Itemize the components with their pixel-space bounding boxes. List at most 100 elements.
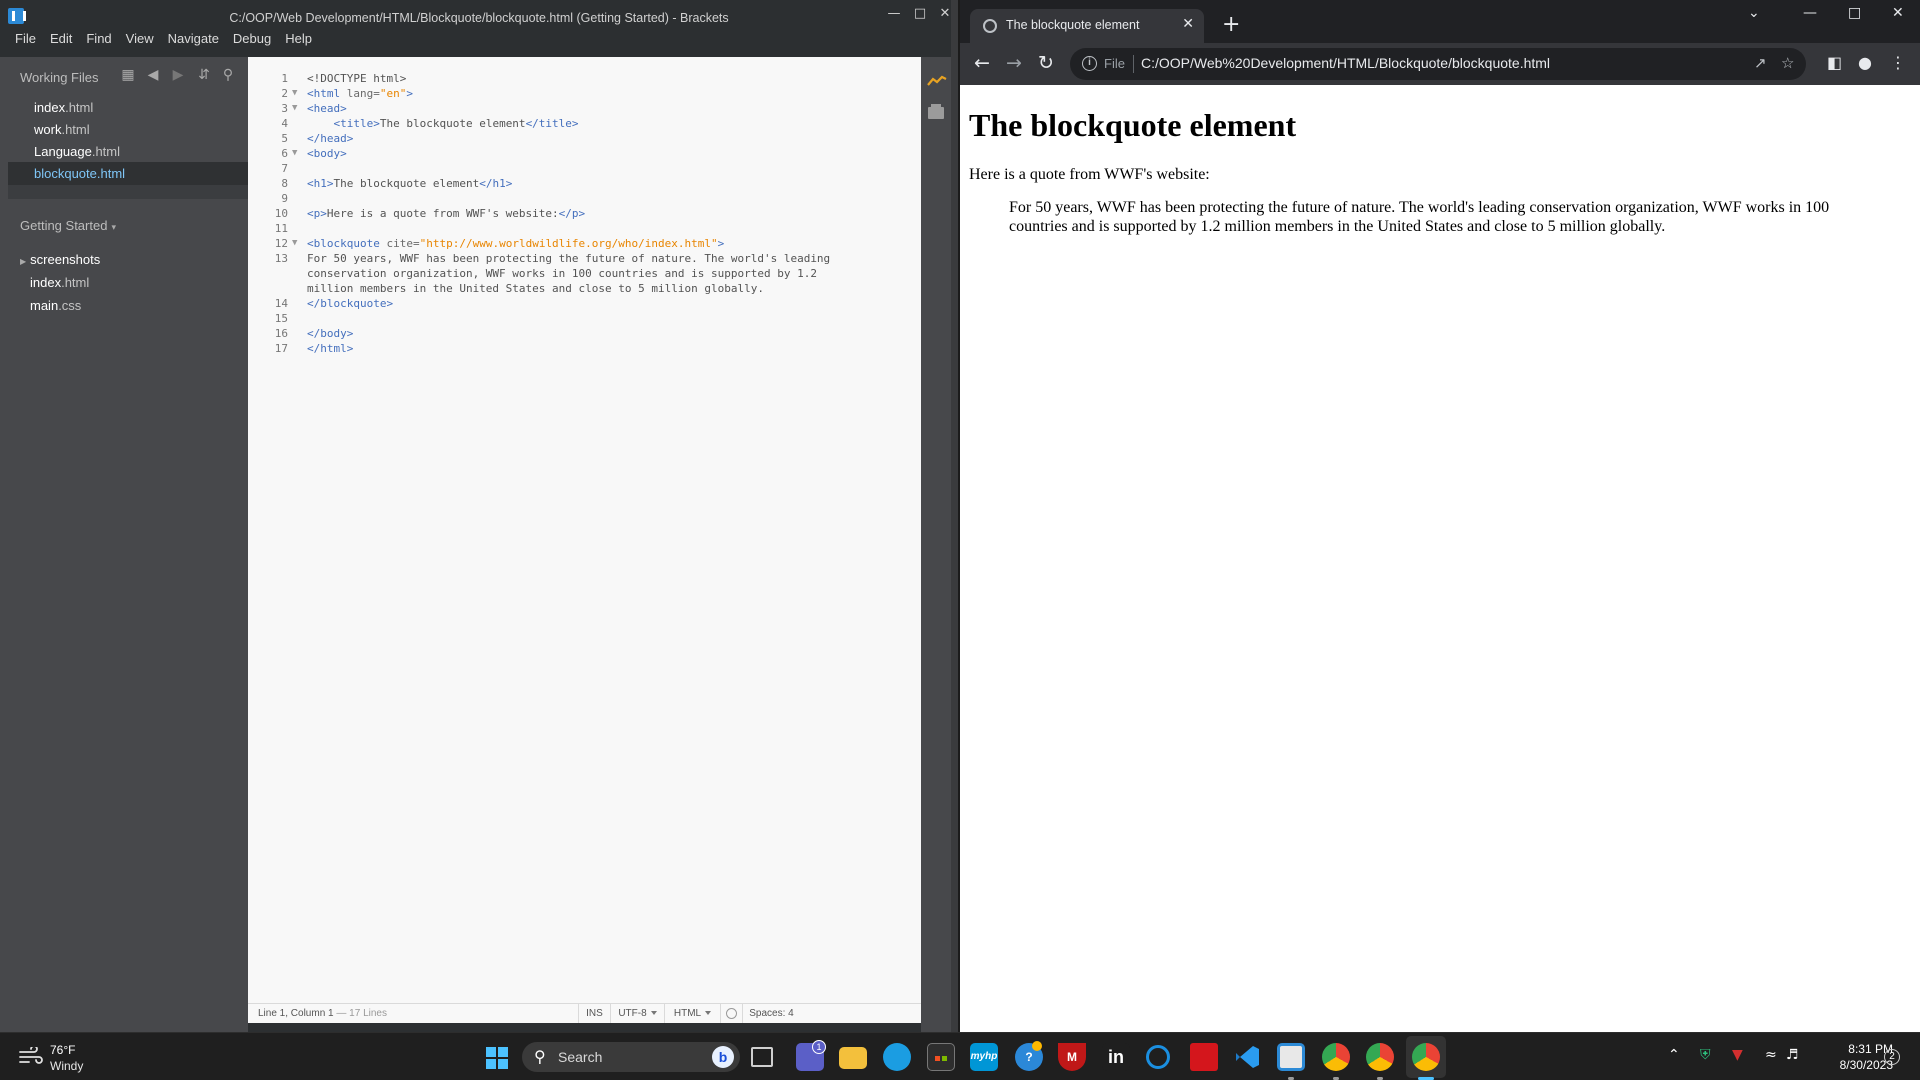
windows-start-icon[interactable] [486, 1047, 508, 1069]
address-bar[interactable]: i File C:/OOP/Web%20Development/HTML/Blo… [1070, 48, 1806, 80]
brackets-icon[interactable] [1277, 1043, 1305, 1071]
file-name: index [34, 100, 66, 115]
wifi-icon[interactable]: ≈ [1765, 1047, 1777, 1063]
cursor-position[interactable]: Line 1, Column 1 — 17 Lines [258, 1008, 387, 1019]
code-editor[interactable]: 1 <!DOCTYPE html> 2 ▼ <html lang="en"> 3 ▼ <h… [248, 57, 921, 1023]
defender-shield-icon[interactable]: ⛨ [1700, 1047, 1711, 1063]
working-files-header: Working Files [20, 70, 99, 85]
working-file-language[interactable]: Language.html [34, 144, 120, 159]
bookmark-star-icon[interactable]: ☆ [1781, 54, 1794, 72]
show-hidden-icons-chevron-up-icon[interactable]: ⌃ [1668, 1047, 1680, 1063]
page-heading: The blockquote element [969, 107, 1297, 143]
chrome-profile-icon[interactable] [1366, 1043, 1394, 1071]
clock-date[interactable]: 8/30/2023 [1823, 1058, 1893, 1072]
split-view-icon[interactable]: ▦ [120, 67, 136, 83]
tab-close-icon[interactable]: ✕ [1182, 16, 1194, 32]
chrome-active-icon[interactable] [1412, 1043, 1440, 1071]
file-ext: .html [91, 144, 121, 159]
encoding-select[interactable]: UTF-8 [610, 1004, 664, 1023]
share-icon[interactable]: ↗ [1754, 54, 1767, 72]
extension-manager-icon[interactable] [928, 104, 944, 119]
fold-icon[interactable]: ▼ [292, 146, 297, 161]
new-tab-icon[interactable]: + [1222, 12, 1240, 37]
navigate-back-icon[interactable]: ◀ [145, 67, 161, 83]
vscode-icon[interactable] [1233, 1043, 1261, 1071]
working-file-blockquote[interactable]: blockquote.html [34, 166, 125, 181]
code-line-wrap: million members in the United States and… [248, 281, 921, 296]
site-info-icon[interactable]: i [1082, 56, 1097, 71]
code-tag: > [406, 87, 413, 100]
file-explorer-icon[interactable] [839, 1047, 867, 1069]
taskbar-search[interactable]: ⚲ Search b [522, 1042, 740, 1072]
mcafee-icon[interactable]: M [1058, 1043, 1086, 1071]
notification-badge[interactable]: 2 [1884, 1049, 1900, 1065]
weather-temperature[interactable]: 76°F [50, 1043, 75, 1057]
working-file-work[interactable]: work.html [34, 122, 90, 137]
language-select[interactable]: HTML [664, 1004, 720, 1023]
edge-icon[interactable] [883, 1043, 911, 1071]
code-line: 3 ▼ <head> [248, 101, 921, 116]
wind-weather-icon[interactable] [18, 1047, 44, 1065]
bing-icon[interactable]: b [712, 1046, 734, 1068]
code-lines[interactable]: 1 <!DOCTYPE html> 2 ▼ <html lang="en"> 3 ▼ <h… [248, 71, 921, 356]
file-ext: .html [61, 275, 90, 290]
maximize-icon[interactable]: □ [909, 3, 931, 25]
menu-edit[interactable]: Edit [43, 30, 79, 48]
menu-view[interactable]: View [119, 30, 161, 48]
menu-kebab-icon[interactable]: ⋮ [1890, 53, 1906, 72]
maximize-icon[interactable]: □ [1848, 5, 1861, 21]
back-icon[interactable]: ← [970, 52, 994, 74]
myhp-icon[interactable]: myhp [970, 1043, 998, 1071]
code-attr: lang= [340, 87, 380, 100]
project-dropdown[interactable]: Getting Started ▾ [20, 218, 116, 233]
browser-tab[interactable]: The blockquote element ✕ [970, 9, 1204, 43]
forward-icon[interactable]: → [1002, 52, 1026, 74]
code-tag: <h1> [307, 177, 334, 190]
fold-icon[interactable]: ▼ [292, 86, 297, 101]
weather-condition[interactable]: Windy [50, 1059, 83, 1073]
menu-help[interactable]: Help [278, 30, 319, 48]
editor-statusbar: Line 1, Column 1 — 17 Lines INS UTF-8 HT… [248, 1003, 921, 1023]
indent-select[interactable]: Spaces: 4 [742, 1004, 800, 1023]
menu-debug[interactable]: Debug [226, 30, 278, 48]
tree-file-main[interactable]: main.css [30, 298, 81, 313]
window-divider [951, 0, 958, 1032]
code-line: 5 </head> [248, 131, 921, 146]
linter-status[interactable] [720, 1004, 742, 1023]
tree-folder-screenshots[interactable]: ▶ screenshots [20, 252, 100, 267]
live-preview-icon[interactable] [927, 75, 947, 87]
fold-icon[interactable]: ▼ [292, 101, 297, 116]
working-file-index[interactable]: index.html [34, 100, 93, 115]
reload-icon[interactable]: ↻ [1034, 52, 1058, 74]
microsoft-store-icon[interactable] [927, 1043, 955, 1071]
minimize-icon[interactable]: — [1803, 5, 1817, 21]
mcafee-tray-icon[interactable]: ▼ [1732, 1047, 1743, 1063]
code-tag: </head> [307, 132, 354, 145]
brackets-titlebar: C:/OOP/Web Development/HTML/Blockquote/b… [0, 0, 958, 30]
tree-file-index[interactable]: index.html [30, 275, 89, 290]
chrome-icon[interactable] [1322, 1043, 1350, 1071]
search-icon[interactable]: ⚲ [220, 67, 236, 83]
menu-navigate[interactable]: Navigate [161, 30, 226, 48]
navigate-forward-icon[interactable]: ▶ [170, 67, 186, 83]
menu-find[interactable]: Find [79, 30, 118, 48]
omnibox-separator [1133, 55, 1134, 73]
acrobat-icon[interactable] [1190, 1043, 1218, 1071]
insert-mode-toggle[interactable]: INS [578, 1004, 610, 1023]
chrome-toolbar: ← → ↻ i File C:/OOP/Web%20Development/HT… [960, 43, 1920, 85]
linkedin-icon[interactable]: in [1102, 1043, 1130, 1071]
profile-icon[interactable]: ● [1858, 53, 1872, 72]
close-icon[interactable]: ✕ [1892, 5, 1904, 21]
code-tag: <body> [307, 147, 347, 160]
volume-icon[interactable]: ♬ [1786, 1047, 1799, 1063]
url-text[interactable]: C:/OOP/Web%20Development/HTML/Blockquote… [1141, 55, 1550, 71]
task-view-icon[interactable] [751, 1047, 773, 1067]
cortana-icon[interactable] [1146, 1045, 1170, 1069]
menu-file[interactable]: File [0, 30, 43, 48]
tab-search-icon[interactable]: ⌄ [1748, 5, 1760, 21]
sort-icon[interactable]: ⇵ [196, 67, 212, 83]
side-panel-icon[interactable]: ◧ [1827, 53, 1842, 72]
minimize-icon[interactable]: — [883, 3, 905, 25]
fold-icon[interactable]: ▼ [292, 236, 297, 251]
scheme-label: File [1104, 56, 1125, 71]
